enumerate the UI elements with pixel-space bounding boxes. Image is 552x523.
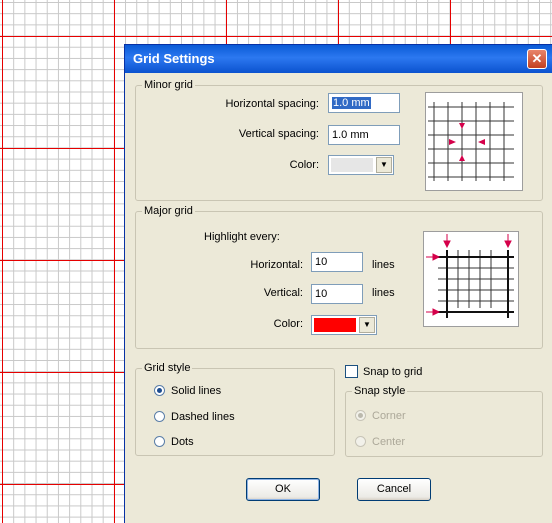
minor-grid-legend: Minor grid	[144, 79, 193, 91]
minor-grid-preview-icon	[425, 92, 523, 191]
solid-lines-label[interactable]: Solid lines	[171, 385, 221, 397]
dialog-title: Grid Settings	[133, 51, 215, 66]
dashed-lines-radio[interactable]	[154, 411, 165, 422]
minor-color-dropdown[interactable]: ▼	[328, 155, 394, 175]
snap-style-legend: Snap style	[354, 385, 406, 397]
major-color-label: Color:	[273, 318, 303, 330]
cancel-button[interactable]: Cancel	[357, 478, 431, 501]
snap-to-grid-label[interactable]: Snap to grid	[363, 366, 422, 378]
major-horizontal-label: Horizontal:	[250, 259, 303, 271]
minor-horizontal-spacing-input[interactable]: 1.0 mm	[328, 93, 400, 113]
minor-color-swatch	[331, 158, 373, 172]
ok-button[interactable]: OK	[246, 478, 320, 501]
major-horizontal-input[interactable]: 10	[311, 252, 363, 272]
grid-style-group: Grid style	[135, 362, 335, 456]
major-grid-preview-svg	[426, 234, 514, 318]
dashed-lines-label[interactable]: Dashed lines	[171, 411, 235, 423]
major-color-dropdown[interactable]: ▼	[311, 315, 377, 335]
major-color-swatch	[314, 318, 356, 332]
dialog-titlebar[interactable]: Grid Settings ✕	[125, 45, 552, 73]
major-grid-preview-icon	[423, 231, 519, 327]
close-icon[interactable]: ✕	[527, 49, 547, 69]
highlight-every-label: Highlight every:	[204, 231, 280, 243]
center-label: Center	[372, 436, 406, 448]
corner-radio[interactable]	[355, 410, 366, 421]
minor-grid-preview-svg	[428, 102, 514, 181]
grid-settings-dialog: Grid Settings ✕ Minor grid Horizontal sp…	[124, 44, 552, 523]
major-vertical-unit: lines	[372, 287, 395, 299]
major-grid-legend: Major grid	[144, 205, 193, 217]
major-vertical-input[interactable]: 10	[311, 284, 363, 304]
dots-radio[interactable]	[154, 436, 165, 447]
minor-color-label: Color:	[289, 159, 319, 171]
minor-vertical-label: Vertical spacing:	[238, 128, 319, 140]
corner-label: Corner	[372, 410, 406, 422]
chevron-down-icon[interactable]: ▼	[359, 317, 375, 333]
minor-horizontal-value: 1.0 mm	[332, 97, 371, 109]
minor-vertical-spacing-input[interactable]: 1.0 mm	[328, 125, 400, 145]
major-vertical-label: Vertical:	[263, 287, 303, 299]
minor-horizontal-label: Horizontal spacing:	[225, 98, 319, 110]
dots-label[interactable]: Dots	[171, 436, 194, 448]
major-horizontal-unit: lines	[372, 259, 395, 271]
grid-style-legend: Grid style	[144, 362, 191, 374]
chevron-down-icon[interactable]: ▼	[376, 157, 392, 173]
snap-to-grid-checkbox[interactable]	[345, 365, 358, 378]
center-radio[interactable]	[355, 436, 366, 447]
solid-lines-radio[interactable]	[154, 385, 165, 396]
